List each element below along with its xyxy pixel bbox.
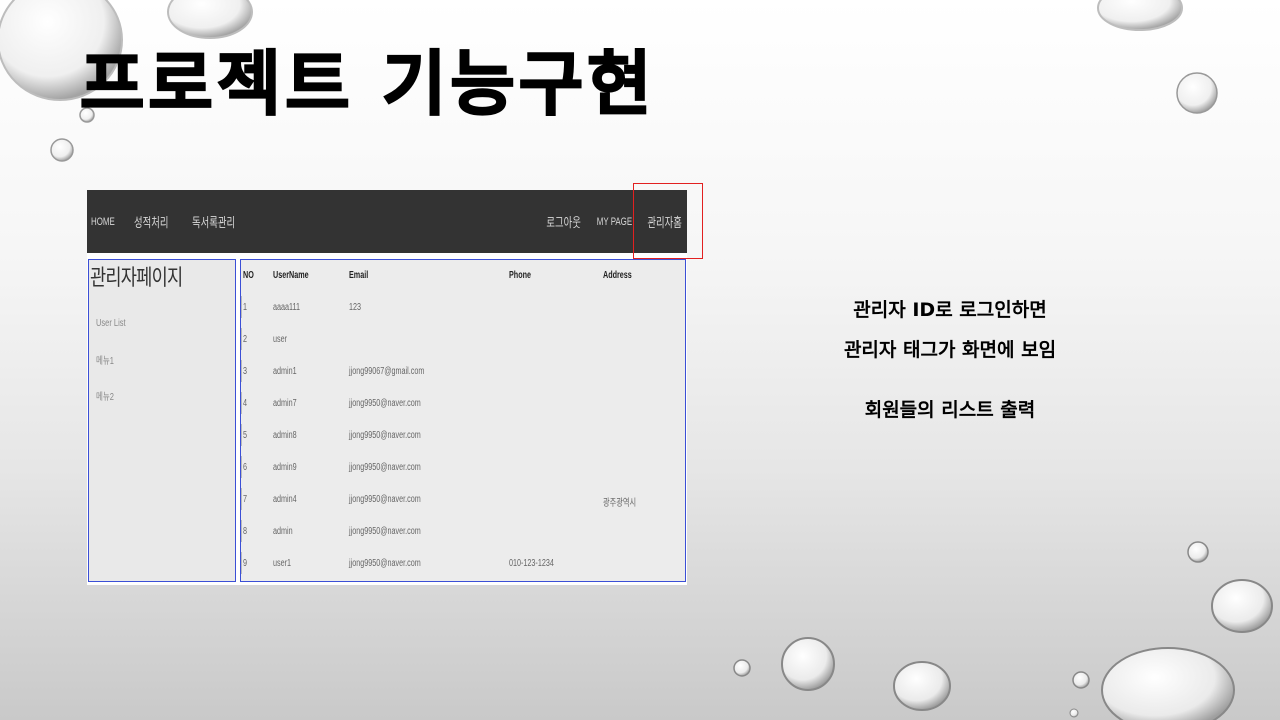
user-list-table: NO UserName Email Phone Address 1 aaaa111… — [240, 259, 686, 582]
admin-page-screenshot: HOME 성적처리 독서록관리 로그아웃 MY PAGE 관리자홈 관리자페이지… — [87, 190, 687, 585]
top-navbar: HOME 성적처리 독서록관리 로그아웃 MY PAGE 관리자홈 — [87, 190, 687, 253]
caption-line-3: 회원들의 리스트 출력 — [864, 399, 1036, 421]
row-separator — [241, 424, 242, 446]
cell-address: 광주광역시 — [603, 498, 637, 509]
cell-no: 8 — [243, 526, 248, 537]
cell-no: 5 — [243, 430, 248, 441]
admin-home-highlight — [633, 183, 703, 259]
row-separator — [241, 488, 242, 510]
cell-no: 4 — [243, 398, 248, 409]
column-header-phone: Phone — [509, 270, 532, 281]
table-row: 6 admin9 jjong9950@naver.com — [241, 456, 685, 494]
column-header-email: Email — [349, 270, 369, 281]
cell-username: admin9 — [273, 462, 297, 473]
row-separator — [241, 360, 242, 382]
row-separator — [241, 296, 242, 318]
cell-email: jjong9950@naver.com — [349, 526, 421, 537]
table-row: 3 admin1 jjong99067@gmail.com — [241, 360, 685, 398]
table-row: 5 admin8 jjong9950@naver.com — [241, 424, 685, 462]
table-row: 2 user — [241, 328, 685, 366]
table-row: 9 user1 jjong9950@naver.com 010-123-1234 — [241, 552, 685, 590]
cell-no: 9 — [243, 558, 248, 569]
cell-no: 2 — [243, 334, 248, 345]
table-row: 7 admin4 jjong9950@naver.com 광주광역시 — [241, 488, 685, 526]
cell-email: jjong9950@naver.com — [349, 462, 421, 473]
row-separator — [241, 456, 242, 478]
caption-line-2: 관리자 태그가 화면에 보임 — [843, 339, 1057, 361]
admin-sidebar: 관리자페이지 User List 메뉴1 메뉴2 — [88, 259, 236, 582]
table-header-row: NO UserName Email Phone Address — [241, 270, 685, 302]
sidebar-item-user-list[interactable]: User List — [96, 318, 126, 329]
cell-no: 6 — [243, 462, 248, 473]
cell-username: admin8 — [273, 430, 297, 441]
nav-left-group: HOME 성적처리 독서록관리 — [91, 190, 262, 253]
nav-home-link[interactable]: HOME — [91, 216, 115, 228]
sidebar-item-menu2[interactable]: 메뉴2 — [96, 388, 114, 403]
cell-email: 123 — [349, 302, 362, 313]
cell-phone: 010-123-1234 — [509, 558, 554, 569]
cell-email: jjong9950@naver.com — [349, 494, 421, 505]
cell-email: jjong99067@gmail.com — [349, 366, 425, 377]
cell-username: user1 — [273, 558, 292, 569]
column-header-username: UserName — [273, 270, 309, 281]
column-header-no: NO — [243, 270, 254, 281]
cell-username: admin4 — [273, 494, 297, 505]
sidebar-title: 관리자페이지 — [90, 265, 183, 290]
cell-username: admin — [273, 526, 293, 537]
table-row: 1 aaaa111 123 — [241, 296, 685, 334]
sidebar-item-menu1[interactable]: 메뉴1 — [96, 352, 114, 367]
row-separator — [241, 520, 242, 542]
cell-no: 7 — [243, 494, 248, 505]
column-header-address: Address — [603, 270, 632, 281]
cell-username: admin1 — [273, 366, 297, 377]
row-separator — [241, 328, 242, 350]
cell-username: aaaa111 — [273, 302, 300, 313]
nav-reading-log-link[interactable]: 독서록관리 — [192, 212, 235, 231]
cell-no: 3 — [243, 366, 248, 377]
nav-logout-link[interactable]: 로그아웃 — [547, 212, 581, 231]
cell-username: admin7 — [273, 398, 297, 409]
table-row: 8 admin jjong9950@naver.com — [241, 520, 685, 558]
row-separator — [241, 392, 242, 414]
row-separator — [241, 552, 242, 574]
slide-title: 프로젝트 기능구현 — [79, 42, 656, 126]
nav-mypage-link[interactable]: MY PAGE — [597, 216, 632, 228]
caption-line-1: 관리자 ID로 로그인하면 — [853, 299, 1047, 321]
nav-grades-link[interactable]: 성적처리 — [134, 212, 168, 231]
cell-email: jjong9950@naver.com — [349, 398, 421, 409]
cell-email: jjong9950@naver.com — [349, 430, 421, 441]
cell-no: 1 — [243, 302, 248, 313]
cell-username: user — [273, 334, 288, 345]
cell-email: jjong9950@naver.com — [349, 558, 421, 569]
table-row: 4 admin7 jjong9950@naver.com — [241, 392, 685, 430]
